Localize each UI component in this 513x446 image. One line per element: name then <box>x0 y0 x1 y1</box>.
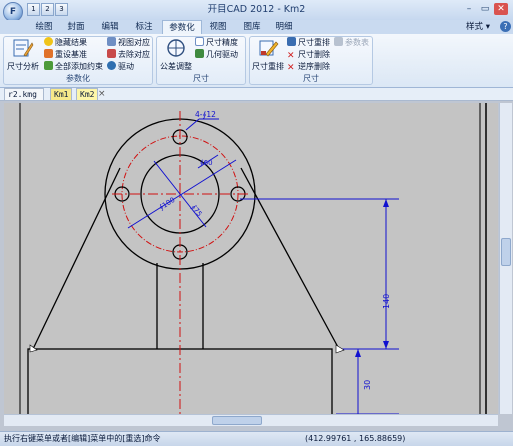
tab-annotate[interactable]: 标注 <box>130 20 158 34</box>
help-icon[interactable]: ? <box>500 21 511 32</box>
reverse-delete-button[interactable]: ✕ 逆序删除 <box>287 61 330 73</box>
add-all-constraints-label: 全部添加约束 <box>55 62 103 71</box>
tab-library[interactable]: 图库 <box>238 20 266 34</box>
status-message: 执行右键菜单或者[编辑]菜单中的[重选]命令 <box>4 434 161 443</box>
hide-result-button[interactable]: 隐藏结果 <box>44 37 87 49</box>
pcd-callout: ∮60 <box>200 159 213 167</box>
close-doc-icon[interactable]: × <box>98 88 106 100</box>
tolerance-adjust-icon <box>167 39 185 57</box>
group-dimension-label: 尺寸 <box>193 74 209 83</box>
drive-button[interactable]: 驱动 <box>107 61 134 73</box>
window-title: 开目CAD 2012 - Km2 <box>207 4 306 15</box>
restore-button[interactable]: ▭ <box>478 3 492 15</box>
style-menu[interactable]: 样式 ▾ <box>466 20 490 34</box>
drawing-canvas[interactable]: 4-∮12 ∮60 ∮100 ∮75 140 30 <box>4 103 498 414</box>
tab-draw[interactable]: 绘图 <box>30 20 58 34</box>
group-arrange-label: 尺寸 <box>303 74 319 83</box>
rearrange-label: 尺寸重排 <box>298 38 330 47</box>
group-parametric-label: 参数化 <box>66 74 90 83</box>
status-bar: 执行右键菜单或者[编辑]菜单中的[重选]命令 (412.99761 , 165.… <box>0 431 513 446</box>
tolerance-adjust-button[interactable]: 公差调整 <box>159 37 193 72</box>
geometry-drive-button[interactable]: 几何驱动 <box>195 49 238 61</box>
geometry-drive-label: 几何驱动 <box>206 50 238 59</box>
rearrange-icon <box>259 40 279 57</box>
parameter-table-button[interactable]: 参数表 <box>334 37 369 49</box>
tab-details[interactable]: 明细 <box>270 20 298 34</box>
rearrange-big-button[interactable]: 尺寸重排 <box>251 37 285 72</box>
dimension-analysis-icon <box>13 39 34 57</box>
rearrange-small-icon <box>287 37 296 46</box>
reverse-delete-icon: ✕ <box>287 63 295 73</box>
horizontal-scroll-thumb[interactable] <box>212 416 262 425</box>
table-icon <box>334 37 343 46</box>
baseline-icon <box>44 49 53 58</box>
reset-baseline-label: 重设基准 <box>55 50 87 59</box>
doc-tab-km1[interactable]: Km1 <box>50 88 72 100</box>
precision-icon <box>195 37 204 46</box>
rearrange-big-label: 尺寸重排 <box>252 62 284 71</box>
doc-tab-km2[interactable]: Km2 <box>76 88 98 100</box>
reset-baseline-button[interactable]: 重设基准 <box>44 49 87 61</box>
parameter-table-label: 参数表 <box>345 38 369 47</box>
height-dimension-text: 140 <box>382 294 391 309</box>
dimension-precision-button[interactable]: 尺寸精度 <box>195 37 238 49</box>
constraint-icon <box>44 61 53 70</box>
dimension-analysis-button[interactable]: 尺寸分析 <box>6 37 40 72</box>
remove-match-button[interactable]: 去除对应 <box>107 49 150 61</box>
canvas-background <box>4 103 498 414</box>
tab-parametric[interactable]: 参数化 <box>162 20 202 34</box>
tolerance-adjust-label: 公差调整 <box>160 62 192 71</box>
hole-callout: 4-∮12 <box>195 110 216 119</box>
base-dimension-text: 30 <box>363 380 372 390</box>
minimize-button[interactable]: – <box>462 3 476 15</box>
close-button[interactable]: ✕ <box>494 3 508 15</box>
tab-edit[interactable]: 编辑 <box>96 20 124 34</box>
tab-view[interactable]: 视图 <box>206 20 230 34</box>
dimension-precision-label: 尺寸精度 <box>206 38 238 47</box>
add-all-constraints-button[interactable]: 全部添加约束 <box>44 61 103 73</box>
rearrange-button[interactable]: 尺寸重排 <box>287 37 330 49</box>
vertical-scroll-thumb[interactable] <box>501 238 511 266</box>
tab-cover[interactable]: 封面 <box>62 20 90 34</box>
drive-label: 驱动 <box>118 62 134 71</box>
view-match-label: 视图对应 <box>118 38 150 47</box>
drive-icon <box>107 61 116 70</box>
doc-tab-r2[interactable]: r2.kmg <box>4 88 44 100</box>
bulb-icon <box>44 37 53 46</box>
delete-x-icon: ✕ <box>287 51 295 61</box>
view-match-icon <box>107 37 116 46</box>
dimension-analysis-label: 尺寸分析 <box>7 62 39 71</box>
geometry-drive-icon <box>195 49 204 58</box>
view-match-button[interactable]: 视图对应 <box>107 37 150 49</box>
delete-dimension-button[interactable]: ✕ 尺寸删除 <box>287 49 330 61</box>
reverse-delete-label: 逆序删除 <box>298 62 330 71</box>
cursor-coordinates: (412.99761 , 165.88659) <box>305 434 406 443</box>
hide-result-label: 隐藏结果 <box>55 38 87 47</box>
remove-match-label: 去除对应 <box>118 50 150 59</box>
remove-match-icon <box>107 49 116 58</box>
delete-dimension-label: 尺寸删除 <box>298 50 330 59</box>
